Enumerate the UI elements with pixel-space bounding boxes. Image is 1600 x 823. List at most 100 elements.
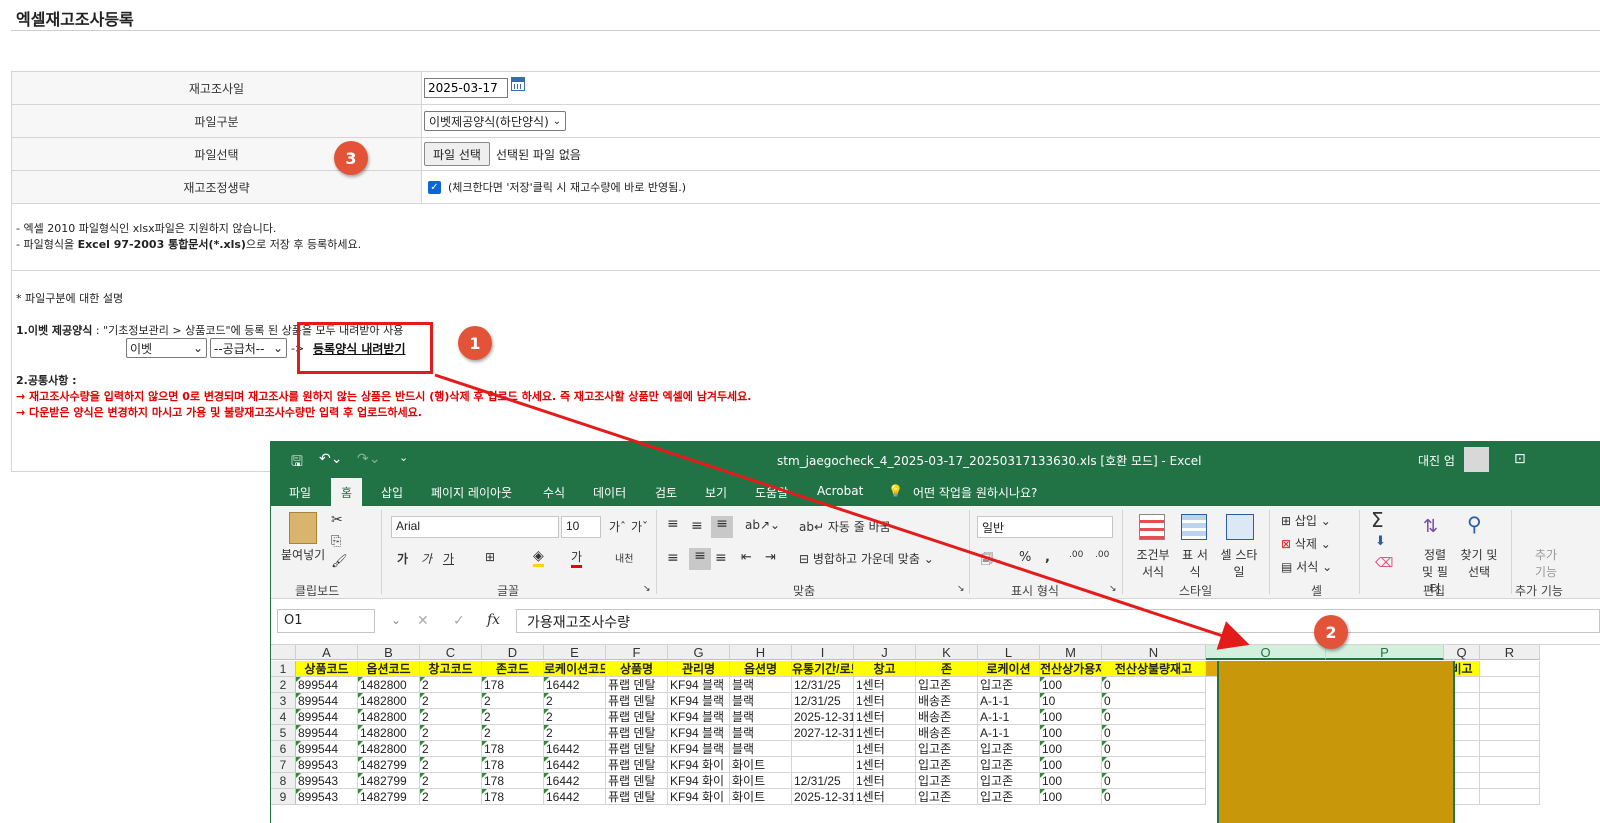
vendor-select[interactable]: 이벳 ⌄: [126, 338, 207, 358]
bold-icon[interactable]: 가: [397, 550, 408, 567]
find-select-button[interactable]: 찾기 및 선택: [1457, 546, 1501, 580]
table-cell[interactable]: 퓨랩 덴탈: [606, 709, 668, 725]
column-header[interactable]: N: [1102, 645, 1206, 660]
conditional-format-icon[interactable]: [1139, 514, 1165, 540]
shrink-font-icon[interactable]: 가ˇ: [631, 518, 648, 535]
table-cell[interactable]: 0: [1102, 773, 1206, 789]
date-input[interactable]: [424, 78, 508, 98]
header-cell[interactable]: 관리명: [668, 661, 730, 677]
cancel-icon[interactable]: ✕: [417, 613, 429, 629]
decrease-decimal-icon[interactable]: .00: [1095, 550, 1109, 560]
column-header[interactable]: C: [420, 645, 482, 660]
namebox-dropdown-icon[interactable]: ⌄: [391, 613, 401, 627]
table-cell[interactable]: [1480, 789, 1540, 805]
selected-range[interactable]: [1217, 661, 1455, 823]
table-cell[interactable]: 12/31/25: [792, 773, 854, 789]
table-cell[interactable]: KF94 화이: [668, 789, 730, 805]
paste-label[interactable]: 붙여넣기: [281, 546, 325, 563]
table-cell[interactable]: 퓨랩 덴탈: [606, 693, 668, 709]
table-cell[interactable]: 2: [482, 725, 544, 741]
table-cell[interactable]: 퓨랩 덴탈: [606, 741, 668, 757]
table-cell[interactable]: KF94 블랙: [668, 693, 730, 709]
align-middle-icon[interactable]: ≡: [691, 518, 703, 534]
redo-icon[interactable]: ↷⌄: [357, 451, 380, 467]
table-cell[interactable]: 1센터: [854, 773, 916, 789]
font-size-box[interactable]: 10: [561, 516, 601, 538]
table-cell[interactable]: 2: [482, 693, 544, 709]
table-cell[interactable]: 입고존: [978, 789, 1040, 805]
cut-icon[interactable]: ✂: [331, 512, 343, 528]
align-right-icon[interactable]: ≡: [715, 550, 727, 566]
column-header[interactable]: I: [792, 645, 854, 660]
percent-icon[interactable]: %: [1019, 550, 1031, 565]
table-cell[interactable]: 178: [482, 741, 544, 757]
formula-input[interactable]: 가용재고조사수량: [516, 609, 1600, 633]
table-cell[interactable]: 0: [1102, 741, 1206, 757]
addin-button[interactable]: 추가 기능: [1531, 546, 1561, 580]
currency-icon[interactable]: 🗐⌄: [981, 550, 1003, 571]
comma-icon[interactable]: ,: [1045, 550, 1050, 565]
align-center-icon[interactable]: ≡: [689, 548, 711, 570]
table-cell[interactable]: 퓨랩 덴탈: [606, 725, 668, 741]
column-header[interactable]: L: [978, 645, 1040, 660]
table-cell[interactable]: 12/31/25: [792, 693, 854, 709]
table-cell[interactable]: 178: [482, 773, 544, 789]
table-cell[interactable]: 16442: [544, 741, 606, 757]
clear-icon[interactable]: ⌫: [1375, 556, 1393, 571]
format-painter-icon[interactable]: 🖌: [331, 554, 348, 569]
tab-page-layout[interactable]: 페이지 레이아웃: [431, 484, 512, 501]
font-dialog-icon[interactable]: ↘: [643, 584, 651, 594]
insert-function-icon[interactable]: fx: [487, 612, 500, 628]
table-cell[interactable]: 2: [420, 757, 482, 773]
table-cell[interactable]: A-1-1: [978, 725, 1040, 741]
number-dialog-icon[interactable]: ↘: [1109, 584, 1117, 594]
column-header[interactable]: J: [854, 645, 916, 660]
table-cell[interactable]: 화이트: [730, 789, 792, 805]
table-cell[interactable]: 2: [420, 693, 482, 709]
table-cell[interactable]: 퓨랩 덴탈: [606, 677, 668, 693]
table-cell[interactable]: 16442: [544, 789, 606, 805]
table-format-button[interactable]: 표 서식: [1177, 546, 1213, 580]
table-cell[interactable]: 100: [1040, 741, 1102, 757]
column-header[interactable]: E: [544, 645, 606, 660]
increase-indent-icon[interactable]: ⇥: [765, 550, 776, 565]
table-cell[interactable]: 퓨랩 덴탈: [606, 757, 668, 773]
table-cell[interactable]: [1480, 693, 1540, 709]
merge-center-button[interactable]: ⊟ 병합하고 가운데 맞춤 ⌄: [799, 550, 934, 567]
sort-filter-icon[interactable]: ⇅: [1423, 516, 1438, 537]
table-cell[interactable]: [792, 741, 854, 757]
table-cell[interactable]: 16442: [544, 757, 606, 773]
table-cell[interactable]: 100: [1040, 725, 1102, 741]
table-cell[interactable]: KF94 블랙: [668, 709, 730, 725]
header-cell[interactable]: 창고: [854, 661, 916, 677]
table-cell[interactable]: KF94 화이: [668, 757, 730, 773]
table-cell[interactable]: 0: [1102, 757, 1206, 773]
table-cell[interactable]: 입고존: [978, 677, 1040, 693]
table-cell[interactable]: 0: [1102, 725, 1206, 741]
delete-cells-button[interactable]: ⊠ 삭제 ⌄: [1281, 535, 1331, 552]
fill-color-icon[interactable]: ◈: [533, 548, 544, 567]
table-format-icon[interactable]: [1181, 514, 1207, 540]
undo-icon[interactable]: ↶⌄: [319, 451, 342, 467]
column-header[interactable]: D: [482, 645, 544, 660]
copy-icon[interactable]: ⎘: [331, 534, 341, 549]
align-bottom-icon[interactable]: ≡: [711, 516, 733, 538]
table-cell[interactable]: 퓨랩 덴탈: [606, 773, 668, 789]
tab-insert[interactable]: 삽입: [381, 484, 403, 501]
font-name-box[interactable]: Arial: [391, 516, 559, 538]
select-all-corner[interactable]: [271, 645, 296, 660]
tab-review[interactable]: 검토: [655, 484, 677, 501]
column-header[interactable]: R: [1480, 645, 1540, 660]
autosum-icon[interactable]: Σ: [1371, 508, 1384, 532]
table-cell[interactable]: 0: [1102, 693, 1206, 709]
row-header[interactable]: 3: [271, 693, 296, 709]
table-cell[interactable]: 배송존: [916, 725, 978, 741]
table-cell[interactable]: 입고존: [916, 773, 978, 789]
table-cell[interactable]: 899544: [296, 693, 358, 709]
column-header[interactable]: H: [730, 645, 792, 660]
filetype-select[interactable]: 이벳제공양식(하단양식) ⌄: [424, 111, 567, 131]
column-header[interactable]: O: [1206, 645, 1326, 660]
column-header[interactable]: K: [916, 645, 978, 660]
table-cell[interactable]: 100: [1040, 709, 1102, 725]
table-cell[interactable]: KF94 블랙: [668, 677, 730, 693]
